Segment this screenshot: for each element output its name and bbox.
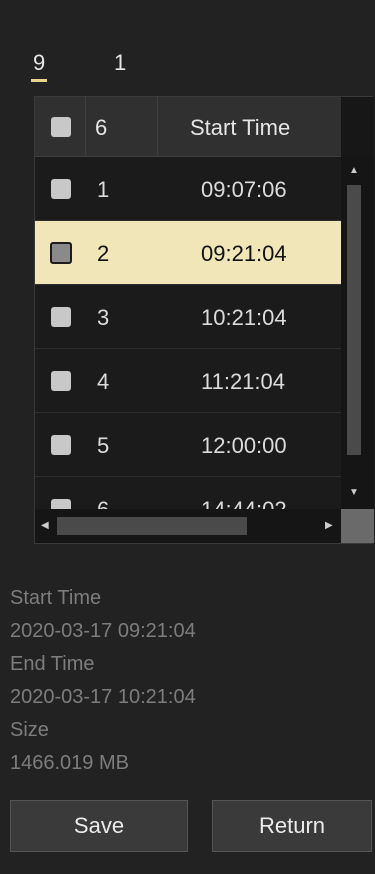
row-checkbox[interactable]	[50, 242, 72, 264]
header-count: 6	[95, 115, 108, 140]
header-start-time[interactable]: Start Time	[190, 115, 290, 141]
table-header: 6 Start Time	[35, 97, 341, 157]
size-label: Size	[10, 719, 49, 741]
row-start-time: 09:07:06	[201, 177, 287, 202]
header-checkbox-cell	[35, 97, 86, 157]
row-start-time: 09:21:04	[201, 241, 287, 266]
scrollbar-corner	[341, 509, 374, 543]
scroll-up-arrow-icon[interactable]: ▲	[349, 165, 359, 176]
save-button[interactable]: Save	[10, 800, 188, 852]
start-time-value: 2020-03-17 09:21:04	[10, 620, 196, 642]
row-start-time: 10:21:04	[201, 305, 287, 330]
table-row-selected[interactable]: 2 09:21:04	[35, 221, 341, 285]
row-index: 3	[97, 305, 110, 330]
table-row[interactable]: 1 09:07:06	[35, 157, 341, 221]
tab-1[interactable]: 1	[114, 50, 126, 76]
row-checkbox[interactable]	[51, 307, 71, 327]
scroll-left-arrow-icon[interactable]: ◀	[41, 520, 49, 531]
scroll-down-arrow-icon[interactable]: ▼	[349, 487, 359, 498]
size-value: 1466.019 MB	[10, 752, 129, 774]
table-row[interactable]: 4 11:21:04	[35, 349, 341, 413]
row-start-time: 11:21:04	[201, 369, 286, 394]
channel-tabs: 9 1	[30, 40, 370, 90]
row-checkbox[interactable]	[51, 371, 71, 391]
table-row[interactable]: 3 10:21:04	[35, 285, 341, 349]
row-index: 6	[97, 497, 109, 509]
row-start-time: 12:00:00	[201, 433, 287, 458]
scroll-right-arrow-icon[interactable]: ▶	[325, 520, 333, 531]
horizontal-scrollbar[interactable]: ◀ ▶	[35, 509, 341, 543]
select-all-checkbox[interactable]	[51, 117, 71, 137]
vertical-scrollbar[interactable]: ▲ ▼	[341, 157, 374, 509]
row-index: 5	[97, 433, 110, 458]
header-scroll-spacer	[341, 97, 374, 157]
row-checkbox[interactable]	[51, 435, 71, 455]
start-time-label: Start Time	[10, 587, 102, 609]
end-time-value: 2020-03-17 10:21:04	[10, 686, 196, 708]
table-body: 1 09:07:06 2 09:21:04 3 10:21:04 4 11:21…	[35, 157, 341, 509]
row-index: 4	[97, 369, 110, 394]
record-details: Start Time 2020-03-17 09:21:04 End Time …	[10, 582, 370, 780]
row-checkbox[interactable]	[51, 499, 71, 509]
tab-9[interactable]: 9	[30, 50, 48, 82]
row-index: 2	[97, 241, 110, 266]
end-time-label: End Time	[10, 653, 95, 675]
table-row[interactable]: 6 14:44:02	[35, 477, 341, 509]
row-index: 1	[97, 177, 110, 202]
record-list-panel: 6 Start Time 1 09:07:06 2 09:21:04 3 10:…	[34, 96, 374, 544]
vertical-scroll-thumb[interactable]	[347, 185, 361, 455]
table-row[interactable]: 5 12:00:00	[35, 413, 341, 477]
row-start-time: 14:44:02	[201, 497, 287, 509]
row-checkbox[interactable]	[51, 179, 71, 199]
return-button[interactable]: Return	[212, 800, 372, 852]
horizontal-scroll-thumb[interactable]	[57, 517, 247, 535]
